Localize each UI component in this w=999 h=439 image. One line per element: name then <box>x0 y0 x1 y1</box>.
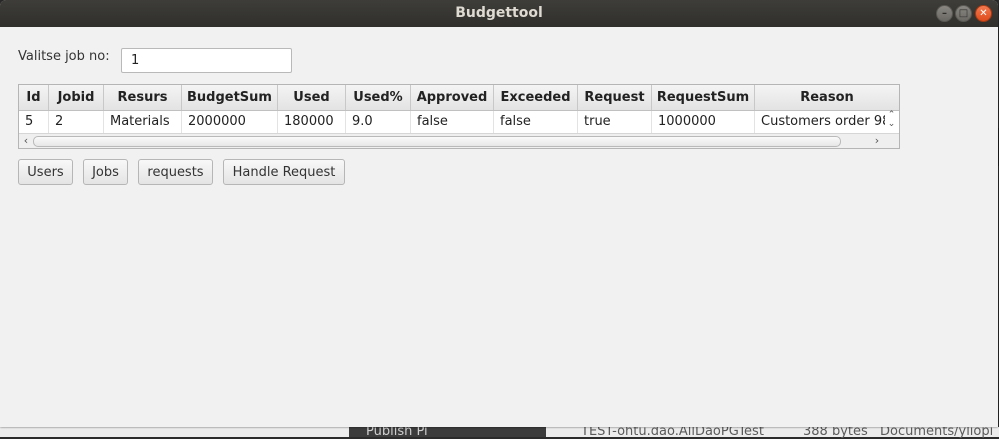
column-header-jobid[interactable]: Jobid <box>49 85 104 110</box>
job-number-label: Valitse job no: <box>18 49 110 64</box>
budget-table: Id Jobid Resurs BudgetSum Used Used% App… <box>18 84 900 149</box>
table-row[interactable]: 5 2 Materials 2000000 180000 9.0 false f… <box>19 111 899 133</box>
column-header-reason[interactable]: Reason <box>755 85 899 110</box>
horizontal-scroll-thumb[interactable] <box>33 136 841 147</box>
cell-reason: Customers order 98 <box>761 114 885 129</box>
chevron-down-icon[interactable]: ⌄ <box>888 119 896 129</box>
cell-resurs: Materials <box>104 111 182 133</box>
chevron-left-icon[interactable]: ‹ <box>19 134 33 148</box>
jobs-button[interactable]: Jobs <box>83 159 128 185</box>
cell-budgetsum: 2000000 <box>182 111 278 133</box>
chevron-right-icon[interactable]: › <box>870 134 884 148</box>
column-header-resurs[interactable]: Resurs <box>104 85 182 110</box>
column-header-approved[interactable]: Approved <box>411 85 494 110</box>
requests-button[interactable]: requests <box>138 159 213 185</box>
cell-used: 180000 <box>278 111 346 133</box>
vertical-scroll-arrows[interactable]: ⌃ ⌄ <box>885 111 898 133</box>
column-header-requestsum[interactable]: RequestSum <box>652 85 755 110</box>
budgettool-window: Budgettool – □ ✕ Valitse job no: Id Jobi… <box>0 0 998 427</box>
cell-requestsum: 1000000 <box>652 111 755 133</box>
title-bar[interactable]: Budgettool – □ ✕ <box>0 0 998 27</box>
column-header-exceeded[interactable]: Exceeded <box>494 85 578 110</box>
users-button[interactable]: Users <box>18 159 73 185</box>
column-header-used[interactable]: Used <box>278 85 346 110</box>
cell-used-percent: 9.0 <box>346 111 411 133</box>
cell-jobid: 2 <box>49 111 104 133</box>
cell-id: 5 <box>19 111 49 133</box>
column-header-id[interactable]: Id <box>19 85 49 110</box>
table-header: Id Jobid Resurs BudgetSum Used Used% App… <box>19 85 899 111</box>
cell-approved: false <box>411 111 494 133</box>
window-title: Budgettool <box>455 5 543 21</box>
minimize-icon[interactable]: – <box>936 5 953 22</box>
job-number-input[interactable] <box>121 48 292 73</box>
column-header-budgetsum[interactable]: BudgetSum <box>182 85 278 110</box>
column-header-request[interactable]: Request <box>578 85 652 110</box>
column-header-used-percent[interactable]: Used% <box>346 85 411 110</box>
close-icon[interactable]: ✕ <box>975 5 992 22</box>
horizontal-scrollbar[interactable]: ‹ › <box>19 133 899 148</box>
cell-exceeded: false <box>494 111 578 133</box>
maximize-icon[interactable]: □ <box>955 5 972 22</box>
handle-request-button[interactable]: Handle Request <box>223 159 345 185</box>
cell-request: true <box>578 111 652 133</box>
